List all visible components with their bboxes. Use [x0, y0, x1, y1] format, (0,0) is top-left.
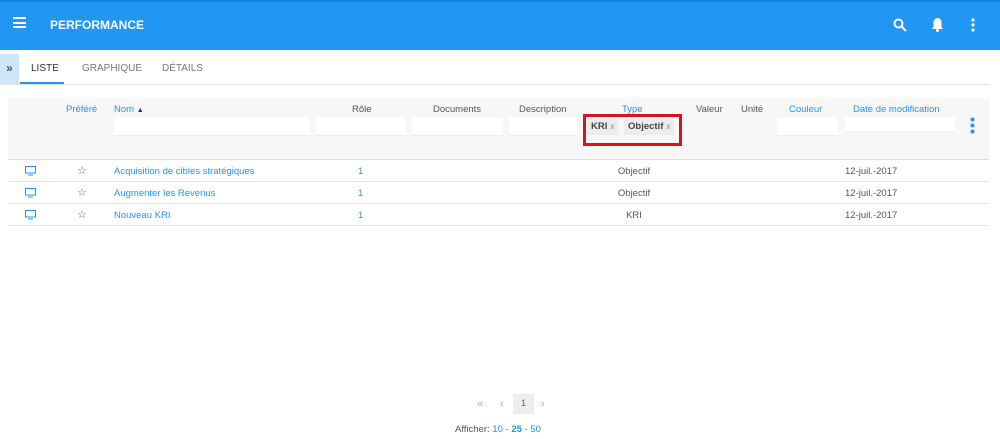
row-date: 12-juil.-2017: [845, 210, 898, 221]
row-date: 12-juil.-2017: [845, 166, 898, 177]
prev-page-icon[interactable]: ‹: [500, 398, 504, 410]
monitor-icon[interactable]: [25, 188, 36, 198]
bell-icon[interactable]: [931, 17, 944, 32]
row-nom[interactable]: Nouveau KRI: [114, 210, 171, 221]
size-50[interactable]: 50: [530, 424, 541, 435]
column-options-icon[interactable]: [970, 117, 975, 134]
col-nom-label: Nom: [114, 104, 135, 115]
row-role[interactable]: 1: [358, 166, 363, 177]
page-size-selector: Afficher: 10 - 25 - 50: [455, 424, 541, 435]
chip-label: KRI: [591, 121, 608, 132]
favorite-star-icon[interactable]: ☆: [77, 208, 87, 221]
monitor-icon[interactable]: [25, 210, 36, 220]
col-documents[interactable]: Documents: [433, 104, 481, 115]
favorite-star-icon[interactable]: ☆: [77, 186, 87, 199]
col-prefere[interactable]: Préféré: [66, 104, 97, 115]
row-type: Objectif: [617, 188, 651, 199]
next-page-icon[interactable]: ›: [541, 398, 545, 410]
couleur-filter-input[interactable]: [777, 117, 838, 136]
row-role[interactable]: 1: [358, 210, 363, 221]
chip-remove-icon[interactable]: x: [666, 122, 670, 131]
col-description[interactable]: Description: [519, 104, 567, 115]
monitor-icon[interactable]: [25, 166, 36, 176]
row-nom[interactable]: Augmenter les Revenus: [114, 188, 215, 199]
col-couleur[interactable]: Couleur: [789, 104, 822, 115]
row-type: Objectif: [617, 166, 651, 177]
chip-label: Objectif: [628, 121, 664, 132]
col-valeur[interactable]: Valeur: [696, 104, 723, 115]
row-role[interactable]: 1: [358, 188, 363, 199]
size-25[interactable]: 25: [511, 424, 522, 435]
tab-liste[interactable]: LISTE: [31, 63, 59, 74]
type-chip-objectif[interactable]: Objectif x: [624, 119, 675, 135]
row-nom[interactable]: Acquisition de cibles stratégiques: [114, 166, 254, 177]
sort-asc-icon: ▲: [136, 107, 144, 114]
role-filter-input[interactable]: [316, 117, 406, 136]
documents-filter-input[interactable]: [412, 117, 503, 136]
row-type: KRI: [626, 210, 642, 221]
description-filter-input[interactable]: [509, 117, 577, 136]
chip-remove-icon[interactable]: x: [610, 122, 614, 131]
tab-bar: [0, 52, 990, 85]
col-nom[interactable]: Nom ▲: [114, 104, 144, 115]
tab-details[interactable]: DÉTAILS: [162, 63, 203, 74]
active-tab-indicator: [20, 82, 64, 84]
show-label: Afficher:: [455, 424, 490, 435]
page-1-button[interactable]: 1: [513, 394, 534, 414]
date-filter-input[interactable]: [845, 117, 955, 132]
col-role[interactable]: Rôle: [352, 104, 372, 115]
favorite-star-icon[interactable]: ☆: [77, 164, 87, 177]
col-unite[interactable]: Unité: [741, 104, 763, 115]
row-date: 12-juil.-2017: [845, 188, 898, 199]
nom-filter-input[interactable]: [114, 117, 310, 136]
first-page-icon[interactable]: «: [477, 398, 483, 410]
size-10[interactable]: 10: [492, 424, 503, 435]
hamburger-menu-icon[interactable]: [13, 17, 26, 28]
top-app-bar: [0, 0, 1000, 50]
expand-sidebar-button[interactable]: »: [0, 54, 19, 84]
type-chip-kri[interactable]: KRI x: [587, 119, 619, 135]
search-icon[interactable]: [893, 18, 907, 32]
tab-graphique[interactable]: GRAPHIQUE: [82, 63, 142, 74]
page-title: PERFORMANCE: [50, 18, 145, 32]
col-date[interactable]: Date de modification: [853, 104, 940, 115]
more-vert-icon[interactable]: [971, 18, 975, 32]
